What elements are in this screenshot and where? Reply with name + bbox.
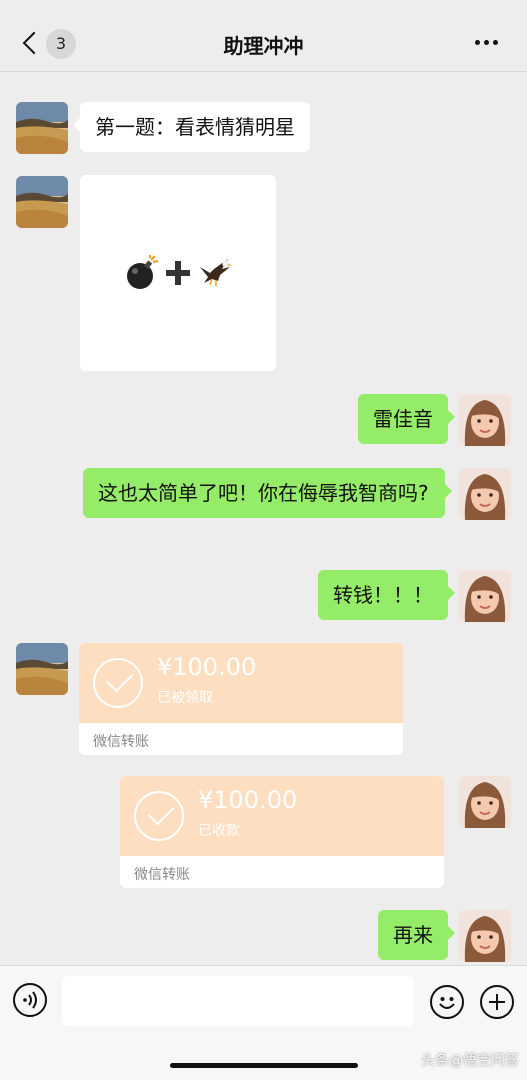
user-avatar[interactable] bbox=[459, 570, 511, 622]
emoji-button[interactable] bbox=[430, 985, 464, 1019]
transfer-amount: ¥100.00 bbox=[157, 653, 257, 681]
message-bubble[interactable]: 这也太简单了吧！你在侮辱我智商吗? bbox=[83, 468, 452, 518]
plus-icon[interactable] bbox=[480, 985, 514, 1019]
user-avatar[interactable] bbox=[459, 910, 511, 962]
transfer-status: 已被领取 bbox=[157, 690, 213, 706]
more-button[interactable] bbox=[475, 40, 499, 48]
voice-icon bbox=[23, 991, 37, 1009]
chat-title: 助理冲冲 bbox=[223, 34, 304, 58]
home-indicator bbox=[170, 1063, 358, 1068]
message-bubble[interactable]: 雷佳音 bbox=[358, 394, 455, 444]
plus-sign-icon bbox=[166, 261, 190, 285]
transfer-card[interactable]: ¥100.00 已被领取 微信转账 bbox=[79, 643, 403, 755]
assistant-avatar[interactable] bbox=[16, 102, 68, 154]
message-bubble[interactable]: 转钱！！！ bbox=[318, 570, 455, 620]
more-icon bbox=[475, 40, 480, 45]
user-avatar[interactable] bbox=[459, 776, 511, 828]
assistant-avatar[interactable] bbox=[16, 643, 68, 695]
transfer-status: 已收款 bbox=[198, 823, 240, 839]
user-avatar[interactable] bbox=[459, 468, 511, 520]
transfer-amount: ¥100.00 bbox=[198, 786, 298, 814]
eagle-icon bbox=[200, 259, 232, 286]
emoji-puzzle-image[interactable] bbox=[80, 175, 276, 371]
message-input[interactable] bbox=[62, 976, 414, 1026]
bomb-icon bbox=[127, 255, 159, 289]
user-avatar[interactable] bbox=[459, 394, 511, 446]
chat-header: 3 助理冲冲 bbox=[0, 0, 527, 72]
check-icon bbox=[93, 658, 143, 708]
transfer-footer: 微信转账 bbox=[134, 867, 190, 883]
message-bubble[interactable]: 第一题：看表情猜明星 bbox=[73, 102, 310, 152]
voice-button[interactable] bbox=[13, 983, 47, 1017]
message-bubble[interactable]: 再来 bbox=[378, 910, 455, 960]
transfer-footer: 微信转账 bbox=[93, 734, 149, 750]
transfer-card[interactable]: ¥100.00 已收款 微信转账 bbox=[120, 776, 444, 888]
assistant-avatar[interactable] bbox=[16, 176, 68, 228]
watermark-text: 头条@悟空问答 bbox=[421, 1053, 519, 1069]
check-icon bbox=[134, 791, 184, 841]
emoji-icon bbox=[439, 997, 455, 1009]
